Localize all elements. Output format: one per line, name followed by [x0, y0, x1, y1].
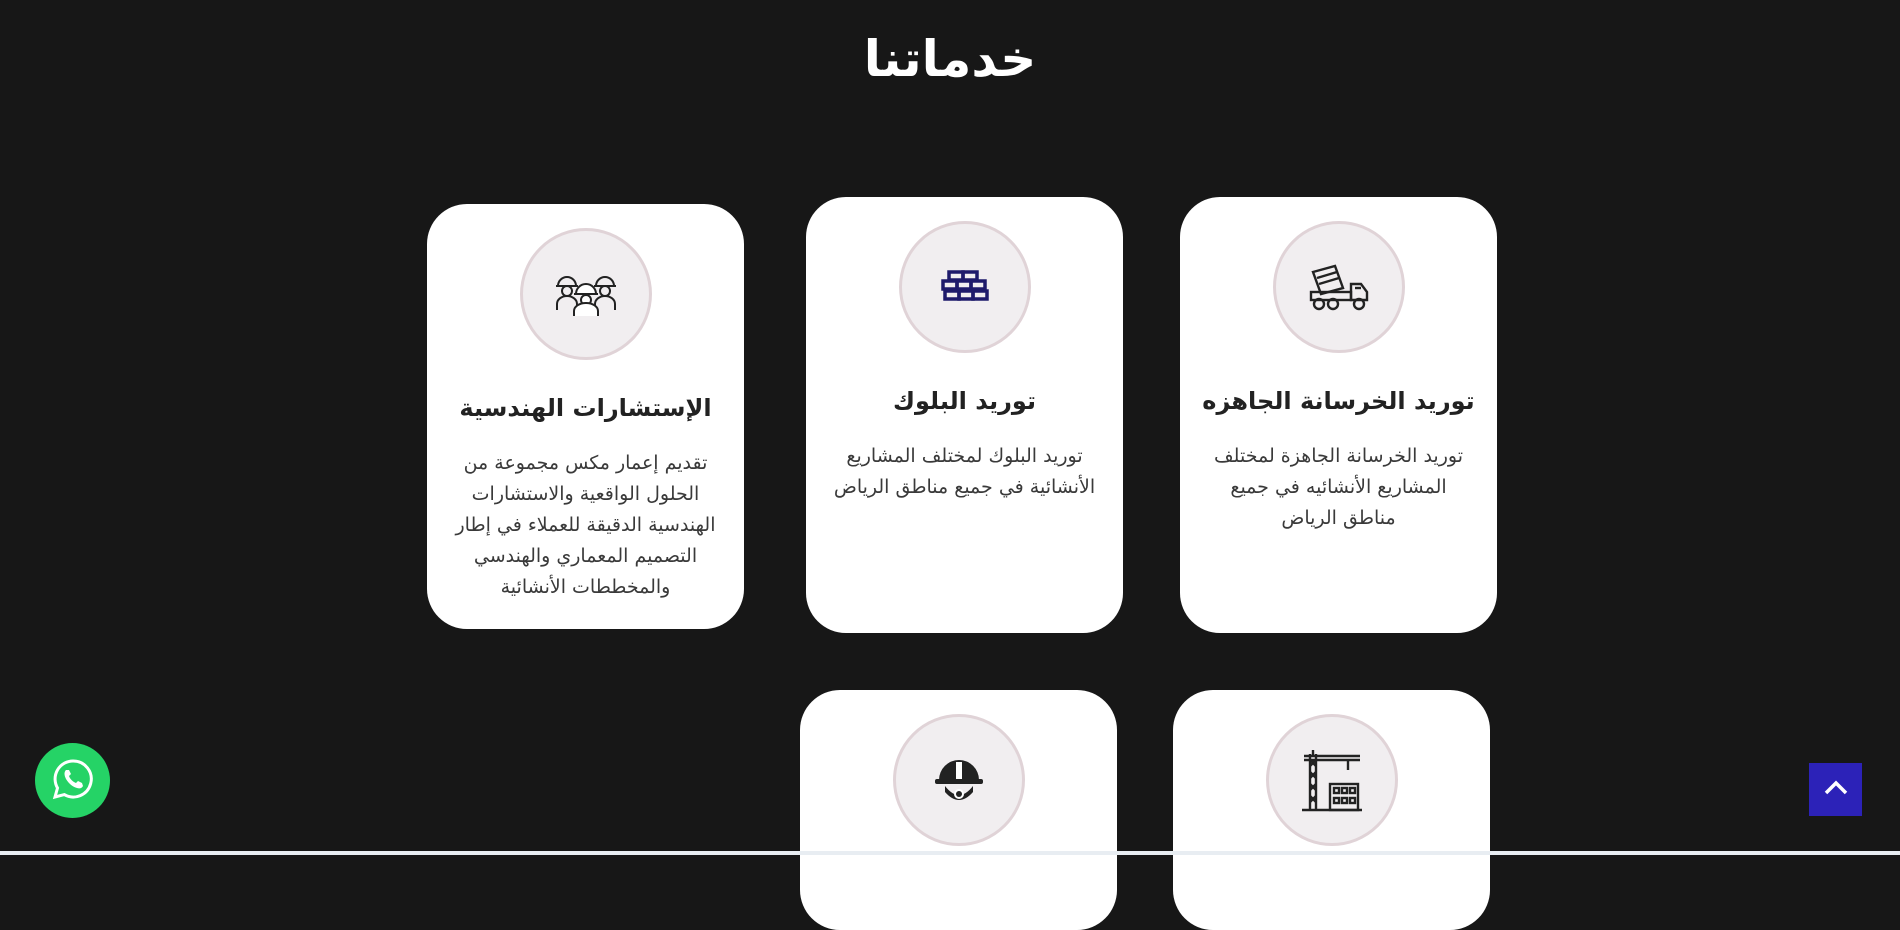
service-card-ready-mix-concrete[interactable]: توريد الخرسانة الجاهزه توريد الخرسانة ال… [1180, 197, 1497, 633]
service-card-block-supply[interactable]: توريد البلوك توريد البلوك لمختلف المشاري… [806, 197, 1123, 633]
service-title: توريد الخرسانة الجاهزه [1202, 387, 1475, 415]
bottom-edge [0, 851, 1900, 855]
service-card-engineering-consulting[interactable]: الإستشارات الهندسية تقديم إعمار مكس مجمو… [427, 204, 744, 629]
service-title: توريد البلوك [893, 387, 1036, 415]
service-description: توريد الخرسانة الجاهزة لمختلف المشاريع ا… [1214, 445, 1463, 529]
whatsapp-icon [52, 758, 94, 804]
safety-helmet-icon [892, 714, 1025, 846]
bricks-icon [898, 221, 1031, 353]
chevron-up-icon [1823, 780, 1849, 800]
section-title: خدماتنا [863, 30, 1037, 88]
service-description: توريد البلوك لمختلف المشاريع الأنشائية ف… [833, 445, 1096, 498]
service-card[interactable] [800, 690, 1117, 930]
concrete-mixer-truck-icon [1272, 221, 1405, 353]
service-description: تقديم إعمار مكس مجموعة من الحلول الواقعي… [455, 452, 716, 598]
scroll-to-top-button[interactable] [1809, 763, 1862, 816]
construction-crane-icon [1265, 714, 1398, 846]
service-card[interactable] [1173, 690, 1490, 930]
service-title: الإستشارات الهندسية [459, 394, 712, 422]
whatsapp-button[interactable] [35, 743, 110, 818]
engineers-team-icon [519, 228, 652, 360]
